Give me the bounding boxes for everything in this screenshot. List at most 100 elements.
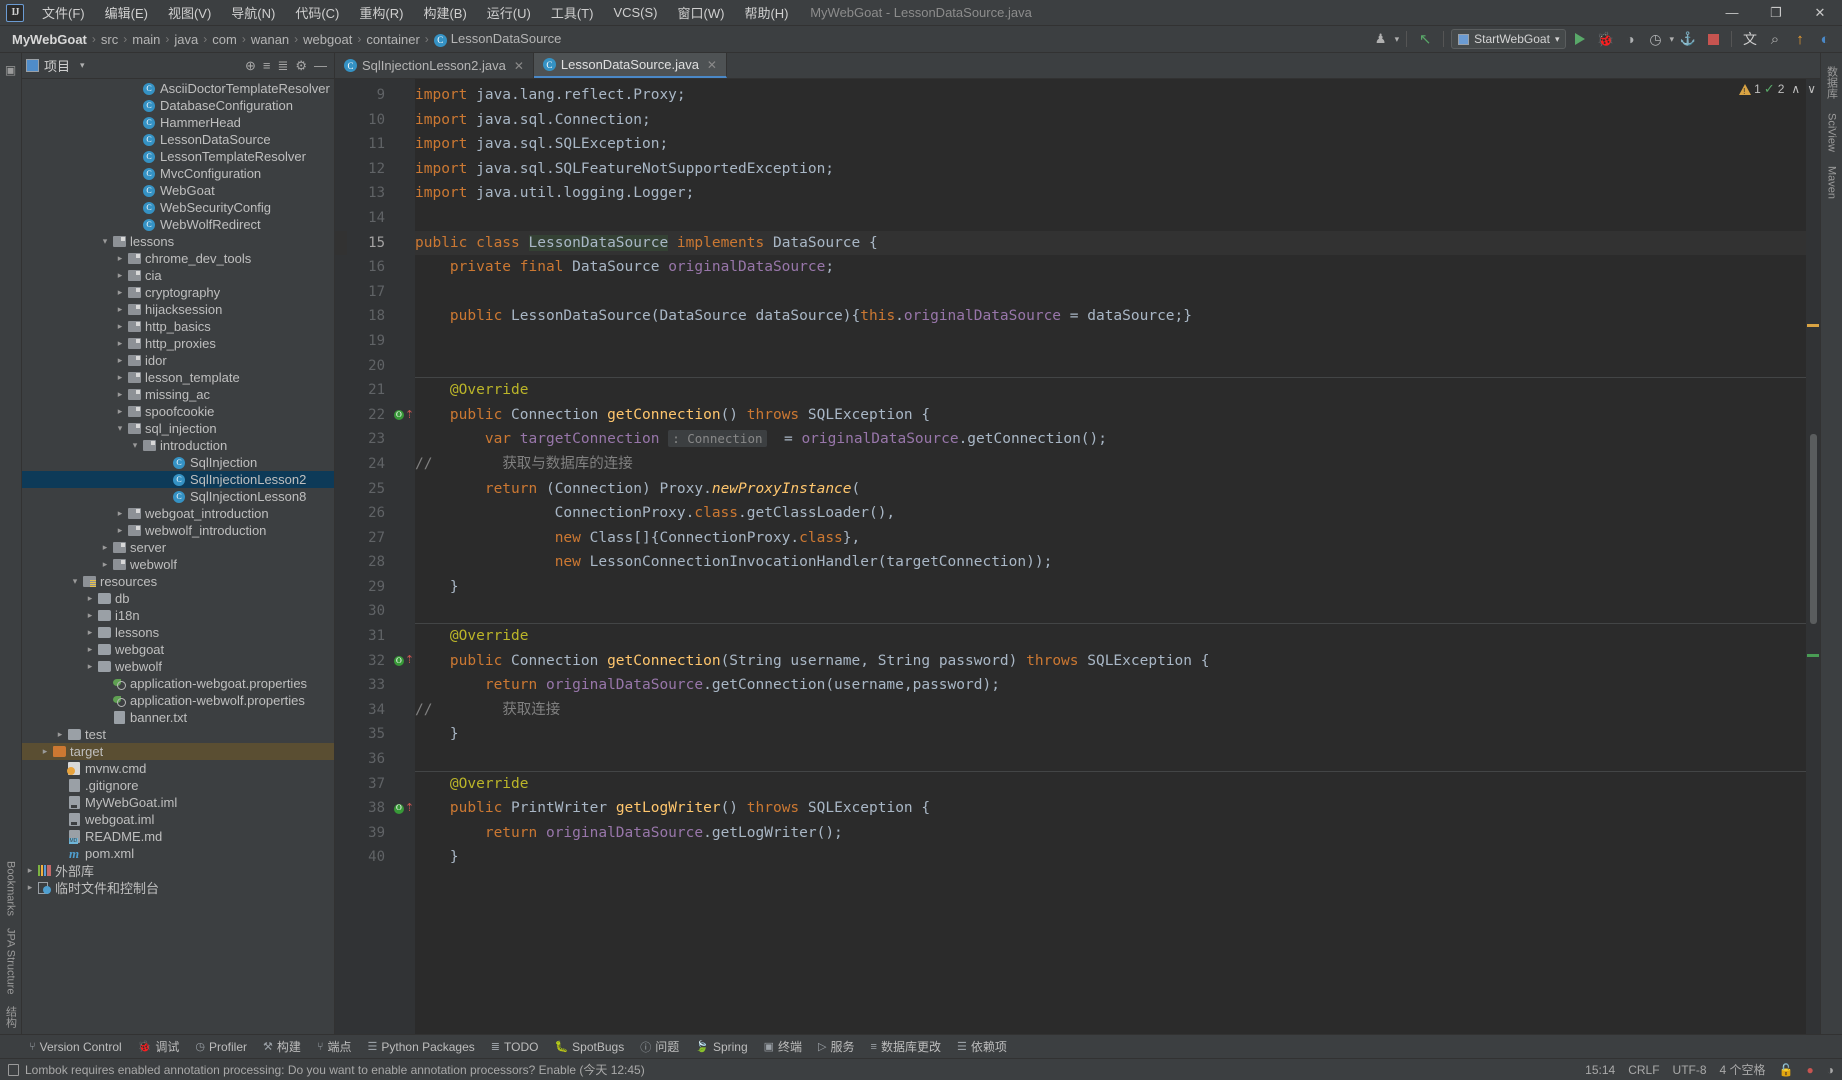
gutter-marker-slot[interactable]: [393, 599, 415, 624]
close-button[interactable]: ✕: [1798, 0, 1842, 26]
tree-expand-arrow[interactable]: ▸: [114, 304, 126, 315]
breadcrumb-item-java[interactable]: java: [170, 31, 202, 48]
code-line[interactable]: [415, 280, 1806, 305]
code-line[interactable]: import java.sql.SQLException;: [415, 132, 1806, 157]
breadcrumb-item-src[interactable]: src: [97, 31, 122, 48]
menu-edit[interactable]: 编辑(E): [95, 0, 158, 25]
tree-node-webwolfredirect[interactable]: C WebWolfRedirect: [22, 216, 334, 233]
tree-expand-arrow[interactable]: ▸: [114, 372, 126, 383]
tree-node-db[interactable]: ▸ db: [22, 590, 334, 607]
tree-expand-arrow[interactable]: ▸: [114, 270, 126, 281]
code-line[interactable]: }: [415, 722, 1806, 747]
tree-expand-arrow[interactable]: ▸: [114, 525, 126, 536]
rail-item-jpa-structure[interactable]: JPA Structure: [3, 922, 19, 1000]
code-line[interactable]: return originalDataSource.getConnection(…: [415, 673, 1806, 698]
menu-window[interactable]: 窗口(W): [668, 0, 735, 25]
line-separator[interactable]: CRLF: [1628, 1063, 1659, 1077]
update-icon[interactable]: ↑: [1789, 28, 1811, 50]
tree-node-introduction[interactable]: ▾ introduction: [22, 437, 334, 454]
run-button[interactable]: [1569, 28, 1591, 50]
tree-expand-arrow[interactable]: ▸: [114, 253, 126, 264]
tree-expand-arrow[interactable]: ▸: [84, 661, 96, 672]
tree-expand-arrow[interactable]: ▸: [84, 610, 96, 621]
tree-node-server[interactable]: ▸ server: [22, 539, 334, 556]
tool-window-[interactable]: ▷ 服务: [811, 1036, 861, 1057]
tree-expand-arrow[interactable]: ▾: [69, 576, 81, 587]
code-line[interactable]: // 获取连接: [415, 698, 1806, 723]
gutter-marker-slot[interactable]: [393, 181, 415, 206]
tree-node-cryptography[interactable]: ▸ cryptography: [22, 284, 334, 301]
code-line[interactable]: public PrintWriter getLogWriter() throws…: [415, 796, 1806, 821]
code-line[interactable]: [415, 206, 1806, 231]
code-line[interactable]: import java.sql.SQLFeatureNotSupportedEx…: [415, 157, 1806, 182]
breadcrumb-item-container[interactable]: container: [362, 31, 423, 48]
tree-node-webgoat-introduction[interactable]: ▸ webgoat_introduction: [22, 505, 334, 522]
editor-scrollbar-thumb[interactable]: [1810, 434, 1817, 624]
tree-expand-arrow[interactable]: ▸: [99, 542, 111, 553]
tree-node-sqlinjectionlesson8[interactable]: C SqlInjectionLesson8: [22, 488, 334, 505]
tool-window-[interactable]: ▣ 终端: [757, 1036, 809, 1057]
code-line[interactable]: private final DataSource originalDataSou…: [415, 255, 1806, 280]
tool-window-[interactable]: ☰ 依赖项: [950, 1036, 1014, 1057]
gutter-marker-slot[interactable]: [393, 821, 415, 846]
tree-expand-arrow[interactable]: ▸: [114, 287, 126, 298]
locate-icon[interactable]: ⊕: [245, 58, 256, 74]
tree-expand-arrow[interactable]: ▸: [114, 389, 126, 400]
tree-node-http-basics[interactable]: ▸ http_basics: [22, 318, 334, 335]
tool-window-spring[interactable]: 🍃 Spring: [688, 1038, 754, 1056]
run-configuration-selector[interactable]: StartWebGoat ▾: [1451, 29, 1567, 49]
tree-node-lessontemplateresolver[interactable]: C LessonTemplateResolver: [22, 148, 334, 165]
tool-window-python-packages[interactable]: ☰ Python Packages: [361, 1038, 482, 1056]
tree-node-banner-txt[interactable]: banner.txt: [22, 709, 334, 726]
chevron-down-icon[interactable]: ▾: [80, 60, 85, 71]
expand-all-icon[interactable]: ≡: [263, 58, 271, 73]
code-line[interactable]: new LessonConnectionInvocationHandler(ta…: [415, 550, 1806, 575]
gutter-marker-slot[interactable]: [393, 673, 415, 698]
tree-node-databaseconfiguration[interactable]: C DatabaseConfiguration: [22, 97, 334, 114]
code-line[interactable]: @Override: [415, 378, 1806, 403]
rail-item-structure[interactable]: 结构: [1, 1000, 21, 1034]
menu-help[interactable]: 帮助(H): [734, 0, 798, 25]
tool-window-[interactable]: 🐞 调试: [131, 1036, 187, 1057]
code-lines[interactable]: import java.lang.reflect.Proxy; import ja…: [415, 79, 1806, 1034]
override-method-icon[interactable]: O: [393, 656, 404, 666]
gutter-marker-slot[interactable]: [393, 378, 415, 403]
profiler-button[interactable]: ◷: [1644, 28, 1666, 50]
tree-node-[interactable]: ▸ 外部库: [22, 862, 334, 879]
tree-expand-arrow[interactable]: ▸: [114, 355, 126, 366]
tab-lessondatasource[interactable]: C LessonDataSource.java ✕: [533, 53, 727, 78]
caret-position[interactable]: 15:14: [1585, 1063, 1615, 1077]
menu-tools[interactable]: 工具(T): [541, 0, 604, 25]
code-line[interactable]: public class LessonDataSource implements…: [415, 230, 1806, 256]
tree-expand-arrow[interactable]: ▸: [84, 593, 96, 604]
breadcrumb-item-webgoat[interactable]: webgoat: [299, 31, 356, 48]
menu-view[interactable]: 视图(V): [158, 0, 221, 25]
override-method-icon[interactable]: O: [393, 803, 404, 814]
code-line[interactable]: new Class[]{ConnectionProxy.class},: [415, 526, 1806, 551]
gutter-marker-slot[interactable]: [393, 624, 415, 649]
gutter-marker-slot[interactable]: [393, 550, 415, 575]
code-editor[interactable]: 9 10 11 12 13 14 15 16 17 18 19 20 21 22 23 24 25 26 27 28 2…: [335, 79, 1820, 1034]
gutter-marker-slot[interactable]: [393, 722, 415, 747]
gutter-marker-slot[interactable]: [393, 157, 415, 182]
error-stripe[interactable]: [1806, 79, 1820, 1034]
breadcrumb-item-class[interactable]: C LessonDataSource: [430, 30, 566, 48]
tree-node-i18n[interactable]: ▸ i18n: [22, 607, 334, 624]
tree-node-application-webwolf-properties[interactable]: application-webwolf.properties: [22, 692, 334, 709]
indent-setting[interactable]: 4 个空格: [1720, 1061, 1766, 1078]
tool-window-todo[interactable]: ≣ TODO: [484, 1038, 546, 1056]
tree-expand-arrow[interactable]: ▸: [114, 321, 126, 332]
tree-node-hijacksession[interactable]: ▸ hijacksession: [22, 301, 334, 318]
gutter-marker-slot[interactable]: [393, 427, 415, 452]
project-tree[interactable]: C AsciiDoctorTemplateResolver C DatabaseCon…: [22, 79, 334, 1034]
code-line[interactable]: public Connection getConnection() throws…: [415, 403, 1806, 428]
code-line[interactable]: return originalDataSource.getLogWriter()…: [415, 821, 1806, 846]
search-icon[interactable]: ⌕: [1764, 28, 1786, 50]
gutter-marker-slot[interactable]: [393, 329, 415, 354]
tree-node-spoofcookie[interactable]: ▸ spoofcookie: [22, 403, 334, 420]
menu-navigate[interactable]: 导航(N): [221, 0, 285, 25]
code-line[interactable]: return (Connection) Proxy.newProxyInstan…: [415, 477, 1806, 502]
tree-node-idor[interactable]: ▸ idor: [22, 352, 334, 369]
tree-node-webgoat[interactable]: C WebGoat: [22, 182, 334, 199]
chevron-down-icon[interactable]: ▾: [1395, 34, 1400, 45]
